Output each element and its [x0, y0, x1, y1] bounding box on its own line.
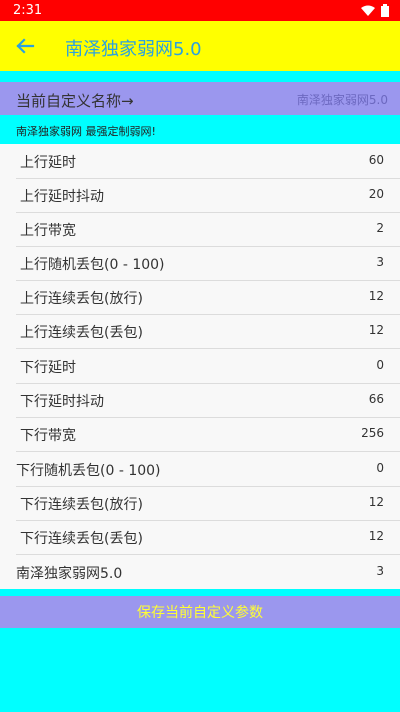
setting-label: 上行连续丢包(丢包)	[20, 325, 143, 341]
setting-value: 256	[361, 426, 384, 440]
setting-row-uplink-burst-drop[interactable]: 上行连续丢包(丢包) 12	[16, 314, 400, 349]
setting-value: 0	[376, 461, 384, 475]
setting-row-uplink-random-loss[interactable]: 上行随机丢包(0 - 100) 3	[16, 246, 400, 281]
wifi-icon	[361, 5, 375, 16]
setting-row-uplink-delay[interactable]: 上行延时 60	[16, 144, 400, 179]
setting-row-downlink-burst-drop[interactable]: 下行连续丢包(丢包) 12	[16, 520, 400, 555]
save-custom-params-button[interactable]: 保存当前自定义参数	[0, 596, 400, 628]
setting-row-downlink-random-loss[interactable]: 下行随机丢包(0 - 100) 0	[16, 452, 400, 487]
setting-row-profile[interactable]: 南泽独家弱网5.0 3	[16, 555, 400, 589]
setting-label: 南泽独家弱网5.0	[16, 566, 123, 582]
setting-value: 12	[368, 323, 384, 337]
setting-row-uplink-burst-pass[interactable]: 上行连续丢包(放行) 12	[16, 280, 400, 315]
page-title: 南泽独家弱网5.0	[65, 39, 202, 60]
setting-value: 66	[368, 392, 384, 406]
setting-label: 上行延时	[20, 155, 76, 171]
setting-row-uplink-jitter[interactable]: 上行延时抖动 20	[16, 178, 400, 213]
setting-row-uplink-bandwidth[interactable]: 上行带宽 2	[16, 212, 400, 247]
setting-row-downlink-delay[interactable]: 下行延时 0	[16, 349, 400, 384]
settings-list: 上行延时 60 上行延时抖动 20 上行带宽 2 上行随机丢包(0 - 100)…	[0, 144, 400, 589]
status-time: 2:31	[13, 3, 43, 18]
setting-label: 下行连续丢包(丢包)	[20, 531, 143, 547]
setting-row-downlink-bandwidth[interactable]: 下行带宽 256	[16, 417, 400, 452]
custom-name-hint[interactable]: 南泽独家弱网5.0	[297, 91, 388, 108]
status-bar: 2:31	[0, 0, 400, 21]
setting-value: 2	[376, 221, 384, 235]
arrow-left-icon[interactable]	[14, 35, 36, 57]
setting-value: 3	[376, 255, 384, 269]
custom-name-row[interactable]: 当前自定义名称→ 南泽独家弱网5.0	[0, 82, 400, 115]
setting-label: 上行连续丢包(放行)	[20, 291, 143, 307]
battery-icon	[381, 4, 389, 17]
setting-label: 下行连续丢包(放行)	[20, 497, 143, 513]
setting-value: 12	[368, 495, 384, 509]
setting-value: 12	[368, 289, 384, 303]
setting-value: 60	[368, 153, 384, 167]
setting-value: 12	[368, 529, 384, 543]
setting-label: 上行带宽	[20, 223, 76, 239]
status-icons	[361, 3, 389, 18]
custom-name-label: 当前自定义名称→	[16, 92, 134, 110]
setting-label: 上行随机丢包(0 - 100)	[20, 257, 165, 273]
subtitle-text: 南泽独家弱网 最强定制弱网!	[16, 125, 156, 138]
setting-label: 下行带宽	[20, 428, 76, 444]
setting-label: 下行延时	[20, 360, 76, 376]
app-bar: 南泽独家弱网5.0	[0, 21, 400, 71]
setting-row-downlink-jitter[interactable]: 下行延时抖动 66	[16, 383, 400, 418]
setting-value: 3	[376, 564, 384, 578]
setting-value: 0	[376, 358, 384, 372]
setting-label: 上行延时抖动	[20, 189, 104, 205]
setting-value: 20	[368, 187, 384, 201]
setting-label: 下行随机丢包(0 - 100)	[16, 463, 161, 479]
setting-row-downlink-burst-pass[interactable]: 下行连续丢包(放行) 12	[16, 486, 400, 521]
setting-label: 下行延时抖动	[20, 394, 104, 410]
